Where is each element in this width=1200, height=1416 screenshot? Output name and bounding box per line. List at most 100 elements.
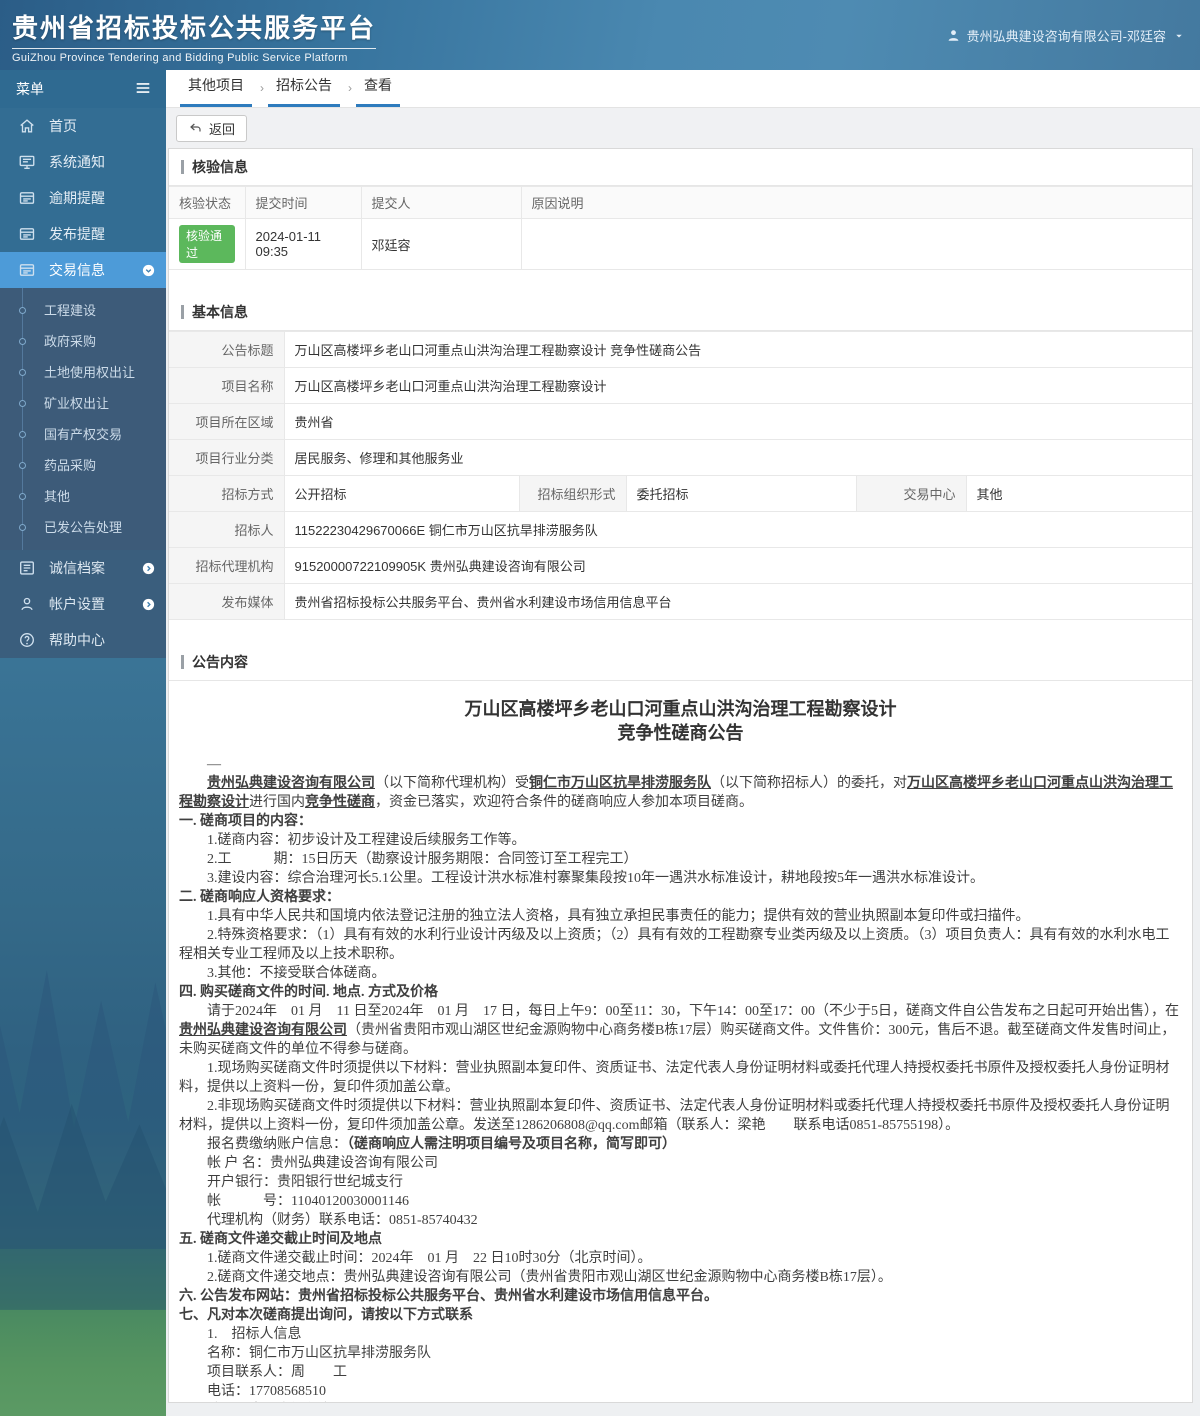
sidebar-item-label: 诚信档案 xyxy=(49,560,105,576)
sidebar-item-active[interactable]: 交易信息 xyxy=(0,252,166,288)
verify-table: 核验状态 提交时间 提交人 原因说明 核验通过 2024-01-11 09:35… xyxy=(169,186,1192,270)
submenu-item[interactable]: 工程建设 xyxy=(0,294,166,325)
section-title-basic: 基本信息 xyxy=(169,294,1192,331)
announcement-paragraph: 七、凡对本次磋商提出询问，请按以下方式联系 xyxy=(179,1306,1182,1325)
info-label: 招标代理机构 xyxy=(169,547,285,584)
info-label: 交易中心 xyxy=(855,475,967,512)
folder-icon xyxy=(18,189,36,207)
breadcrumb-item[interactable]: 查看 xyxy=(356,75,400,107)
reason xyxy=(520,218,1192,270)
text-segment: 六. 公告发布网站：贵州省招标投标公共服务平台、贵州省水利建设市场信用信息平台。 xyxy=(179,1289,718,1304)
text-segment: 竞争性磋商 xyxy=(305,795,375,810)
text-segment: 2.磋商文件递交地点：贵州弘典建设咨询有限公司（贵州省贵阳市观山湖区世纪金源购物… xyxy=(207,1270,892,1285)
announcement-paragraph: 2.非现场购买磋商文件时须提供以下材料：营业执照副本复印件、资质证书、法定代表人… xyxy=(179,1097,1182,1135)
text-segment: 帐 号：11040120030001146 xyxy=(207,1194,409,1209)
submit-time: 2024-01-11 09:35 xyxy=(244,218,362,270)
text-segment: 2.特殊资格要求：（1）具有有效的水利行业设计丙级及以上资质；（2）具有有效的工… xyxy=(179,928,1170,962)
status-badge: 核验通过 xyxy=(179,225,235,263)
submenu-item[interactable]: 矿业权出让 xyxy=(0,387,166,418)
text-segment: （以下简称招标人）的委托，对 xyxy=(711,776,907,791)
text-segment: 2.非现场购买磋商文件时须提供以下材料：营业执照副本复印件、资质证书、法定代表人… xyxy=(179,1099,1170,1133)
announcement-subtitle: 竞争性磋商公告 xyxy=(617,723,744,743)
breadcrumb-item[interactable]: 招标公告 xyxy=(268,75,340,107)
sidebar-item[interactable]: 发布提醒 xyxy=(0,216,166,252)
sidebar-item[interactable]: 帮助中心 xyxy=(0,622,166,658)
sidebar-item[interactable]: 帐户设置 xyxy=(0,586,166,622)
text-segment: 贵州弘典建设咨询有限公司 xyxy=(207,776,375,791)
submenu-item[interactable]: 国有产权交易 xyxy=(0,418,166,449)
info-label: 招标人 xyxy=(169,511,285,548)
sidebar-item[interactable]: 首页 xyxy=(0,108,166,144)
announcement-paragraph: 2.磋商文件递交地点：贵州弘典建设咨询有限公司（贵州省贵阳市观山湖区世纪金源购物… xyxy=(179,1268,1182,1287)
info-value: 贵州省 xyxy=(283,403,1192,440)
text-segment: （磋商响应人需注明项目编号及项目名称，简写即可） xyxy=(347,1137,676,1152)
text-segment: 进行国内 xyxy=(249,795,305,810)
main-content: 其他项目 › 招标公告 › 查看 返回 核验信息 核验状态 提交时间 提交人 原… xyxy=(166,70,1200,1416)
breadcrumb-item[interactable]: 其他项目 xyxy=(180,75,252,107)
table-row: 项目行业分类 居民服务、修理和其他服务业 xyxy=(169,439,1192,476)
text-segment: 1.具有中华人民共和国境内依法登记注册的独立法人资格，具有独立承担民事责任的能力… xyxy=(207,909,1030,924)
info-value: 万山区高楼坪乡老山口河重点山洪沟治理工程勘察设计 xyxy=(283,367,1192,404)
info-label: 项目名称 xyxy=(169,367,285,404)
announcement-title: 万山区高楼坪乡老山口河重点山洪沟治理工程勘察设计 xyxy=(464,699,897,719)
back-button[interactable]: 返回 xyxy=(176,114,248,142)
content-panel: 核验信息 核验状态 提交时间 提交人 原因说明 核验通过 2024-01-11 … xyxy=(168,148,1193,1403)
announcement-paragraph: 1.磋商内容：初步设计及工程建设后续服务工作等。 xyxy=(179,831,1182,850)
back-icon xyxy=(188,121,203,136)
sidebar-item[interactable]: 诚信档案 xyxy=(0,550,166,586)
info-label: 发布媒体 xyxy=(169,583,285,620)
text-segment: 帐 户 名：贵州弘典建设咨询有限公司 xyxy=(207,1156,438,1171)
table-row: 核验通过 2024-01-11 09:35 邓廷容 xyxy=(169,218,1192,270)
info-label: 项目所在区域 xyxy=(169,403,285,440)
submenu-item[interactable]: 土地使用权出让 xyxy=(0,356,166,387)
info-value: 委托招标 xyxy=(625,475,857,512)
announcement-paragraph: 1. 招标人信息 xyxy=(179,1325,1182,1344)
info-value: 91520000722109905K 贵州弘典建设咨询有限公司 xyxy=(283,547,1192,584)
submenu-item[interactable]: 药品采购 xyxy=(0,449,166,480)
caret-down-icon xyxy=(1174,31,1184,41)
text-segment: 代理机构（财务）联系电话：0851-85740432 xyxy=(207,1213,478,1228)
text-segment: 请于2024年 01 月 11 日至2024年 01 月 17 日，每日上午9：… xyxy=(207,1004,1179,1019)
submenu-item[interactable]: 政府采购 xyxy=(0,325,166,356)
announcement-paragraph: 1.具有中华人民共和国境内依法登记注册的独立法人资格，具有独立承担民事责任的能力… xyxy=(179,907,1182,926)
info-value: 公开招标 xyxy=(283,475,520,512)
sidebar-item[interactable]: 逾期提醒 xyxy=(0,180,166,216)
table-row: 招标人 11522230429670066E 铜仁市万山区抗旱排涝服务队 xyxy=(169,511,1192,548)
sidebar-item-label: 帮助中心 xyxy=(49,632,105,648)
table-row: 招标代理机构 91520000722109905K 贵州弘典建设咨询有限公司 xyxy=(169,547,1192,584)
section-title-basic-label: 基本信息 xyxy=(192,304,248,320)
announcement-paragraph: 2.特殊资格要求：（1）具有有效的水利行业设计丙级及以上资质；（2）具有有效的工… xyxy=(179,926,1182,964)
breadcrumb: 其他项目 › 招标公告 › 查看 xyxy=(166,70,1200,108)
submenu-item[interactable]: 其他 xyxy=(0,480,166,511)
table-row: 项目名称 万山区高楼坪乡老山口河重点山洪沟治理工程勘察设计 xyxy=(169,367,1192,404)
table-row: 招标方式 公开招标 招标组织形式 委托招标 交易中心 其他 xyxy=(169,475,1192,512)
sidebar-item-label: 逾期提醒 xyxy=(49,190,105,206)
folder-icon xyxy=(18,261,36,279)
sidebar-background-image xyxy=(0,658,166,1416)
sidebar-item-label: 系统通知 xyxy=(49,154,105,170)
sidebar-bottom-group: 诚信档案帐户设置帮助中心 xyxy=(0,550,166,658)
app-title: 贵州省招标投标公共服务平台 xyxy=(12,8,377,49)
text-segment: 七、凡对本次磋商提出询问，请按以下方式联系 xyxy=(179,1308,473,1323)
submenu-item[interactable]: 已发公告处理 xyxy=(0,511,166,542)
chevron-right-circle-icon xyxy=(141,597,156,612)
info-label: 招标方式 xyxy=(169,475,285,512)
chevron-right-circle-icon xyxy=(141,561,156,576)
sidebar-top-group: 首页系统通知逾期提醒发布提醒 xyxy=(0,108,166,252)
text-segment: 铜仁市万山区抗旱排涝服务队 xyxy=(529,776,711,791)
text-segment: 五. 磋商文件递交截止时间及地点 xyxy=(179,1232,382,1247)
hamburger-icon[interactable] xyxy=(134,79,152,100)
menu-label: 菜单 xyxy=(16,81,44,97)
info-value: 贵州省招标投标公共服务平台、贵州省水利建设市场信用信息平台 xyxy=(283,583,1192,620)
table-row: 发布媒体 贵州省招标投标公共服务平台、贵州省水利建设市场信用信息平台 xyxy=(169,583,1192,620)
announcement-paragraph: — xyxy=(179,755,1182,774)
sidebar-item[interactable]: 系统通知 xyxy=(0,144,166,180)
announcement-paragraph: 3.其他：不接受联合体磋商。 xyxy=(179,964,1182,983)
text-segment: 四. 购买磋商文件的时间. 地点. 方式及价格 xyxy=(179,985,438,1000)
breadcrumb-separator: › xyxy=(348,81,352,95)
info-label: 公告标题 xyxy=(169,331,285,368)
announcement-paragraph: 名称：铜仁市万山区抗旱排涝服务队 xyxy=(179,1344,1182,1363)
announcement-paragraph: 3.建设内容：综合治理河长5.1公里。工程设计洪水标准村寨聚集段按10年一遇洪水… xyxy=(179,869,1182,888)
column-header: 提交人 xyxy=(360,186,522,219)
user-menu[interactable]: 贵州弘典建设咨询有限公司-邓廷容 xyxy=(946,26,1184,45)
